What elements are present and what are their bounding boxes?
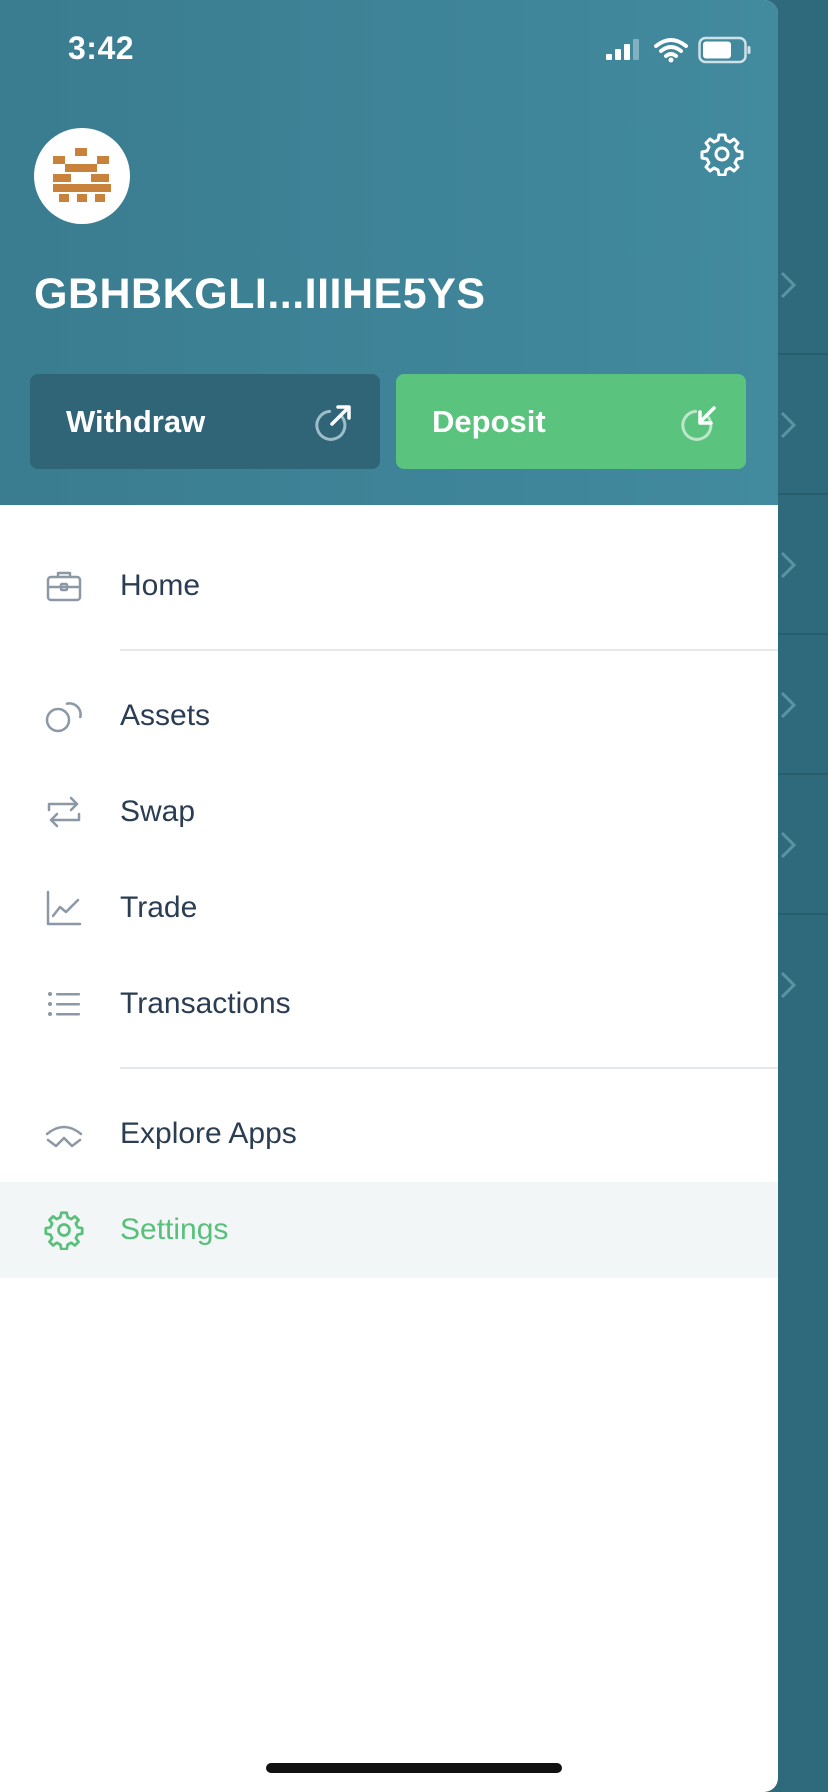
arrow-up-right-icon [315, 404, 351, 441]
gear-icon[interactable] [700, 132, 744, 176]
deposit-label: Deposit [432, 403, 546, 439]
chevron-right-icon [780, 411, 797, 439]
explore-icon [45, 1125, 83, 1148]
menu-item-home[interactable]: Home [0, 538, 778, 634]
account-avatar[interactable] [34, 128, 130, 224]
withdraw-button[interactable]: Withdraw [30, 374, 380, 469]
menu-label-explore-apps: Explore Apps [120, 1117, 297, 1150]
chevron-right-icon [780, 551, 797, 579]
account-address: GBHBKGLI...IIIHE5YS [34, 270, 486, 318]
chevron-right-icon [780, 831, 797, 859]
menu-item-trade[interactable]: Trade [0, 860, 778, 956]
deposit-button[interactable]: Deposit [396, 374, 746, 469]
identicon-icon [53, 148, 111, 202]
signal-icon [606, 39, 639, 60]
battery-icon [698, 36, 751, 64]
withdraw-label: Withdraw [66, 403, 206, 439]
menu-item-explore-apps[interactable]: Explore Apps [0, 1086, 778, 1182]
menu-label-assets: Assets [120, 699, 211, 732]
menu-label-transactions: Transactions [120, 987, 291, 1020]
menu-item-transactions[interactable]: Transactions [0, 956, 778, 1052]
menu-divider [120, 1067, 778, 1069]
status-icons [604, 34, 752, 66]
wifi-icon [654, 38, 688, 63]
background-row[interactable] [778, 635, 828, 775]
background-row[interactable] [778, 355, 828, 495]
menu-label-swap: Swap [120, 795, 196, 828]
menu-item-swap[interactable]: Swap [0, 764, 778, 860]
background-row[interactable] [778, 775, 828, 915]
chart-icon [46, 890, 82, 926]
background-row[interactable] [778, 215, 828, 355]
menu-divider [120, 649, 778, 651]
gear-icon [44, 1211, 84, 1250]
coins-icon [45, 702, 82, 733]
menu-label-home: Home [120, 569, 201, 602]
menu-item-settings[interactable]: Settings [0, 1182, 778, 1278]
home-indicator[interactable] [266, 1763, 562, 1773]
menu-label-trade: Trade [120, 891, 198, 924]
list-icon [48, 992, 80, 1016]
drawer-header: 3:42 GBHBKGLI...IIIHE5YS Withdraw Deposi… [0, 0, 778, 505]
menu-item-assets[interactable]: Assets [0, 668, 778, 764]
chevron-right-icon [780, 691, 797, 719]
swap-arrows-icon [47, 796, 81, 828]
chevron-right-icon [780, 271, 797, 299]
background-row[interactable] [778, 495, 828, 635]
briefcase-icon [46, 571, 82, 602]
navigation-drawer: 3:42 GBHBKGLI...IIIHE5YS Withdraw Deposi… [0, 0, 778, 1792]
background-row[interactable] [778, 915, 828, 1055]
menu-label-settings: Settings [120, 1213, 229, 1246]
background-app [778, 0, 828, 1792]
arrow-down-left-icon [681, 405, 716, 441]
chevron-right-icon [780, 971, 797, 999]
status-time: 3:42 [68, 30, 135, 66]
